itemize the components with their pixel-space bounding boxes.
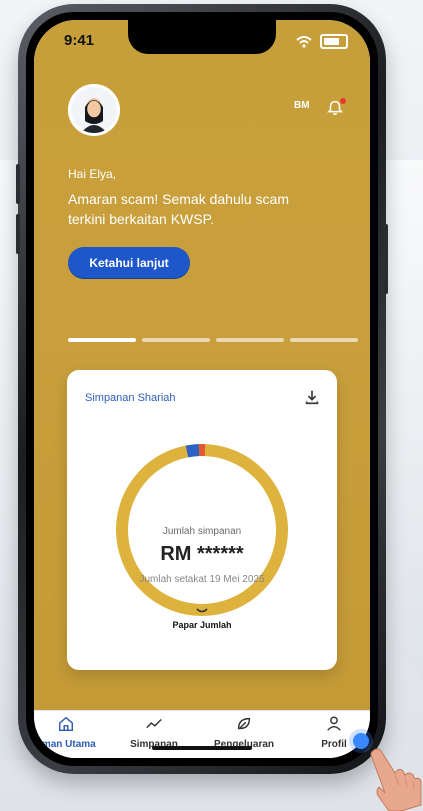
trend-icon — [146, 718, 162, 729]
nav-home-label: aman Utama — [36, 739, 96, 750]
home-icon — [58, 716, 74, 732]
notification-badge — [340, 98, 346, 104]
profile-photo-icon — [71, 87, 117, 133]
card-title: Simpanan Shariah — [85, 392, 176, 404]
language-toggle[interactable]: BM — [294, 100, 310, 111]
home-indicator — [152, 746, 252, 750]
wifi-icon — [296, 35, 312, 48]
learn-more-button[interactable]: Ketahui lanjut — [68, 247, 190, 279]
power-button — [384, 224, 388, 294]
notch — [128, 20, 276, 54]
nav-savings[interactable]: Simpanan — [104, 715, 204, 750]
volume-down-button — [16, 214, 20, 254]
as-of-date: Jumlah setakat 19 Mei 2025 — [139, 574, 265, 585]
greeting-text: Hai Elya, — [68, 167, 117, 181]
promo-message: Amaran scam! Semak dahulu scam terkini b… — [68, 191, 289, 227]
chevron-down-icon[interactable] — [196, 608, 208, 614]
carousel-dot-3[interactable] — [216, 338, 284, 342]
battery-icon — [320, 34, 348, 49]
nav-withdrawal[interactable]: Pengeluaran — [194, 715, 294, 750]
download-icon[interactable] — [303, 388, 321, 406]
carousel-dot-2[interactable] — [142, 338, 210, 342]
carousel-dot-4[interactable] — [290, 338, 358, 342]
show-amount-button[interactable]: Papar Jumlah — [112, 620, 292, 630]
savings-ring: Jumlah simpanan RM ****** Jumlah setakat… — [112, 440, 292, 630]
savings-card: Simpanan Shariah Jumlah simpanan RM ****… — [67, 370, 337, 670]
status-time: 9:41 — [64, 32, 95, 49]
status-icons — [296, 34, 348, 49]
ring-label: Jumlah simpanan — [162, 526, 242, 537]
nav-profile-label: Profil — [321, 739, 347, 750]
bottom-navigation: aman Utama Simpanan Pengeluaran Profil — [34, 710, 370, 758]
user-icon — [327, 716, 341, 731]
phone-frame: 9:41 BM Hai Elya, Amaran scam! Semak dah… — [16, 4, 388, 774]
leaf-icon — [237, 717, 251, 730]
volume-up-button — [16, 164, 20, 204]
savings-amount: RM ****** — [160, 543, 244, 565]
nav-home[interactable]: aman Utama — [34, 715, 106, 750]
carousel-indicator[interactable] — [68, 338, 358, 342]
app-screen: 9:41 BM Hai Elya, Amaran scam! Semak dah… — [34, 20, 370, 758]
carousel-dot-1[interactable] — [68, 338, 136, 342]
hand-pointer-icon — [370, 748, 422, 811]
avatar[interactable] — [68, 84, 120, 136]
